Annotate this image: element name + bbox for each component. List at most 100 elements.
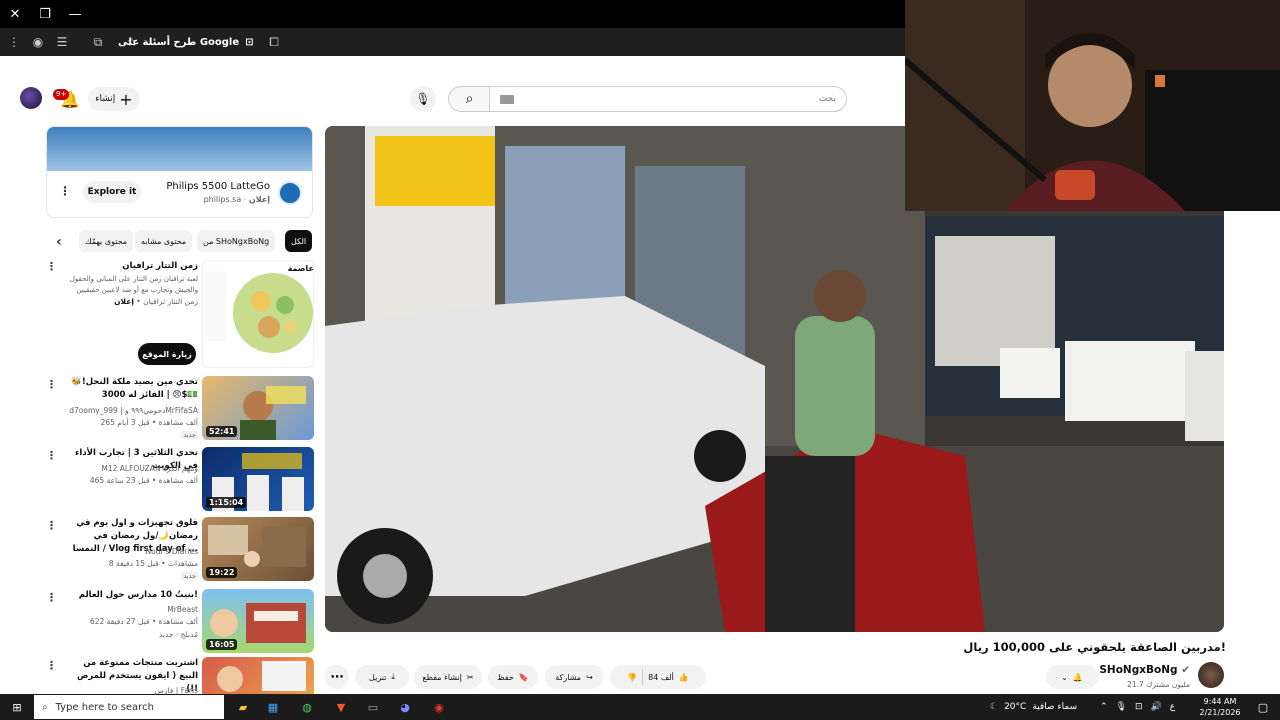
promo-menu-icon[interactable]: ⋮ bbox=[46, 260, 57, 273]
download-label: تنزيل bbox=[369, 672, 387, 682]
windows-start-icon[interactable]: ⊞ bbox=[6, 697, 28, 717]
minimize-window-icon[interactable]: — bbox=[64, 4, 86, 24]
chrome-icon[interactable]: ◍ bbox=[296, 697, 318, 717]
window-app-icon[interactable]: ▭ bbox=[362, 697, 384, 717]
browser-toolbar: ⋮ ◉ ☰ ⧉ ☆ طرح أسئلة على Google ⊡ ⧠ bbox=[0, 28, 905, 56]
weather-text: سماء صافية bbox=[1032, 702, 1078, 712]
store-icon[interactable]: ▦ bbox=[262, 697, 284, 717]
video-title: تحدي مين يصيد ملكة النحل!🐝😠 | الفائز له … bbox=[71, 377, 198, 400]
share-button[interactable]: مشاركة ↪ bbox=[545, 665, 603, 689]
promo-thumbnail bbox=[202, 260, 314, 368]
share-label: مشاركة bbox=[555, 672, 582, 682]
more-actions-button[interactable]: ⋯ bbox=[325, 665, 349, 689]
like-dislike-group: 👎 84 ألف 👍 bbox=[610, 665, 706, 689]
ad-menu-icon[interactable]: ⋮ bbox=[59, 185, 71, 197]
chip-for-you[interactable]: محتوى يهمّك bbox=[79, 230, 134, 252]
keyboard-icon[interactable] bbox=[500, 94, 514, 104]
video-duration: 19:22 bbox=[206, 567, 238, 578]
download-icon: ⤓ bbox=[391, 672, 395, 681]
ad-title: Philips 5500 LatteGo bbox=[166, 181, 270, 192]
close-window-icon[interactable]: ✕ bbox=[4, 4, 26, 24]
tray-expand-icon[interactable]: ⌃ bbox=[1100, 702, 1108, 712]
list-item[interactable]: 1:15:04 ⋮ تحدي الثلاثين 3 | تجارب الأداء… bbox=[46, 447, 314, 511]
video-duration: 16:05 bbox=[206, 639, 238, 650]
clip-button[interactable]: إنشاء مقطع ✂ bbox=[414, 665, 482, 689]
promo-ad-item[interactable]: عاصمة ⋮ زمن التتار ترافيان لعبة ترافيان … bbox=[46, 258, 314, 373]
video-thumbnail: 52:41 bbox=[202, 376, 314, 440]
search-icon: ⌕ bbox=[42, 701, 48, 713]
profile-icon[interactable]: ◉ bbox=[28, 32, 48, 52]
chip-related[interactable]: محتوى مشابه bbox=[135, 230, 193, 252]
clock[interactable]: 9:44 AM 2/21/2026 bbox=[1196, 694, 1244, 720]
chips-prev-arrow-icon[interactable]: ‹ bbox=[56, 235, 62, 249]
voice-search-mic-icon[interactable]: 🎙 bbox=[410, 86, 436, 112]
weather-widget[interactable]: ☾ 20°C سماء صافية bbox=[990, 694, 1077, 720]
language-indicator[interactable]: ع bbox=[1170, 702, 1175, 712]
tab-icon[interactable]: ⧠ bbox=[264, 32, 284, 52]
like-icon[interactable]: 👍 bbox=[679, 673, 689, 682]
video-duration: 52:41 bbox=[206, 426, 238, 437]
address-bar[interactable]: طرح أسئلة على Google ⊡ bbox=[118, 32, 278, 52]
search-button[interactable]: ⌕ bbox=[448, 86, 490, 112]
video-menu-icon[interactable]: ⋮ bbox=[46, 449, 57, 462]
webcam-overlay bbox=[905, 0, 1280, 211]
video-meta: 622 ألف مشاهدة • قبل 27 دقيقة bbox=[89, 617, 198, 626]
brave-icon[interactable]: ▼ bbox=[330, 697, 352, 717]
account-avatar[interactable] bbox=[20, 87, 42, 109]
bookmark-strip bbox=[0, 56, 905, 80]
channel-avatar[interactable] bbox=[1198, 662, 1224, 688]
channel-name[interactable]: SHoNgxBoNg ✔ bbox=[1090, 664, 1190, 676]
new-badge: جديد bbox=[181, 431, 198, 439]
list-item[interactable]: 52:41 ⋮ تحدي مين يصيد ملكة النحل!🐝😠 | ال… bbox=[46, 376, 314, 440]
video-meta: 265 ألف مشاهدة • قبل 3 أيام bbox=[100, 418, 198, 427]
system-tray: ⌃ 🎙 ⊡ 🔊 ع bbox=[1100, 694, 1175, 720]
obs-icon[interactable]: ◉ bbox=[428, 697, 450, 717]
visit-site-button[interactable]: زيارة الموقع bbox=[138, 343, 196, 365]
filter-chips: ‹ محتوى يهمّك محتوى مشابه من SHoNgxBoNg … bbox=[46, 230, 313, 252]
notification-center-icon[interactable]: ▢ bbox=[1252, 697, 1274, 717]
ad-card[interactable]: ⋮ Explore it Philips 5500 LatteGo philip… bbox=[46, 126, 313, 218]
like-count: 84 ألف bbox=[648, 672, 674, 682]
moon-icon: ☾ bbox=[990, 702, 999, 712]
video-thumbnail: 19:22 bbox=[202, 517, 314, 581]
subscribe-bell-button[interactable]: ⌄ 🔔 bbox=[1046, 665, 1098, 689]
video-meta: 8 مشاهدات • قبل 15 دقيقة bbox=[108, 559, 198, 568]
menu-dots-icon[interactable]: ⋮ bbox=[4, 32, 24, 52]
video-menu-icon[interactable]: ⋮ bbox=[46, 519, 57, 532]
create-button[interactable]: إنشاء + bbox=[88, 87, 140, 111]
extensions-icon[interactable]: ⧉ bbox=[88, 32, 108, 52]
scissors-icon: ✂ bbox=[466, 672, 474, 682]
clip-label: إنشاء مقطع bbox=[422, 672, 462, 682]
video-thumbnail bbox=[202, 657, 314, 694]
new-badge: جديد bbox=[181, 572, 198, 580]
restore-window-icon[interactable]: ❐ bbox=[34, 4, 56, 24]
video-extra: مُدبلج · جديد bbox=[158, 630, 198, 639]
bookmark-icon: 🔖 bbox=[518, 672, 529, 682]
video-menu-icon[interactable]: ⋮ bbox=[46, 378, 57, 391]
clock-time: 9:44 AM bbox=[1203, 697, 1237, 706]
ad-logo bbox=[278, 181, 302, 205]
list-item[interactable]: 19:22 ⋮ فلوق تجهيزات و اول يوم في رمضان🌙… bbox=[46, 517, 314, 581]
chip-all[interactable]: الكل bbox=[285, 230, 313, 252]
network-icon[interactable]: ⊡ bbox=[1135, 702, 1143, 712]
dislike-icon[interactable]: 👎 bbox=[627, 673, 637, 682]
list-item[interactable]: 16:05 ⋮ بنيتُ 10 مدارس حول العالم! MrBea… bbox=[46, 589, 314, 653]
ad-cta-button[interactable]: Explore it bbox=[83, 181, 141, 203]
video-menu-icon[interactable]: ⋮ bbox=[46, 659, 57, 672]
mic-icon[interactable]: 🎙 bbox=[1116, 702, 1127, 712]
video-menu-icon[interactable]: ⋮ bbox=[46, 591, 57, 604]
discord-icon[interactable]: ◕ bbox=[394, 697, 416, 717]
search-input[interactable]: بحث bbox=[489, 86, 847, 112]
promo-title: زمن التتار ترافيان bbox=[122, 261, 198, 271]
list-item[interactable]: ⋮ اشتريت منتجات ممنوعة من البيع ( ايفون … bbox=[46, 657, 314, 694]
notification-count-badge: 9+ bbox=[53, 89, 70, 100]
reading-list-icon[interactable]: ☰ bbox=[52, 32, 72, 52]
ad-subtitle: philips.sa · إعلان bbox=[203, 195, 270, 204]
volume-icon[interactable]: 🔊 bbox=[1151, 702, 1162, 712]
ad-banner bbox=[47, 127, 312, 171]
chip-from-channel[interactable]: من SHoNgxBoNg bbox=[197, 230, 276, 252]
taskbar-search-input[interactable]: ⌕ Type here to search bbox=[34, 695, 224, 719]
save-button[interactable]: حفظ 🔖 bbox=[488, 665, 538, 689]
file-explorer-icon[interactable]: ▰ bbox=[232, 697, 254, 717]
download-button[interactable]: تنزيل ⤓ bbox=[355, 665, 409, 689]
